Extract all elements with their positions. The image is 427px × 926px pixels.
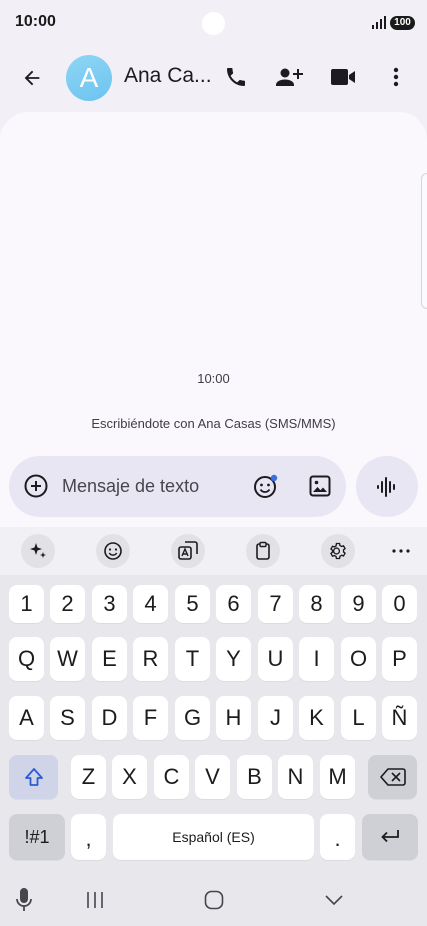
key-u[interactable]: U	[258, 637, 293, 681]
key-z[interactable]: Z	[71, 755, 106, 799]
smiley-icon	[104, 542, 122, 560]
space-key[interactable]: Español (ES)	[113, 814, 314, 860]
key-f[interactable]: F	[133, 696, 168, 740]
gallery-button[interactable]	[306, 472, 334, 500]
more-options-button[interactable]	[382, 61, 410, 93]
voice-message-button[interactable]	[356, 456, 418, 517]
key-l[interactable]: L	[341, 696, 376, 740]
key-s[interactable]: S	[50, 696, 85, 740]
message-timestamp: 10:00	[197, 371, 230, 386]
key-v[interactable]: V	[195, 755, 230, 799]
waveform-icon	[377, 476, 395, 497]
status-time: 10:00	[15, 13, 56, 30]
ai-sparkle-button[interactable]	[21, 534, 55, 568]
key-d[interactable]: D	[92, 696, 127, 740]
key-q[interactable]: Q	[9, 637, 44, 681]
key-i[interactable]: I	[299, 637, 334, 681]
more-horiz-icon	[392, 549, 410, 553]
key-h[interactable]: H	[216, 696, 251, 740]
back-button[interactable]	[16, 62, 48, 94]
clipboard-button[interactable]	[246, 534, 280, 568]
key-r[interactable]: R	[133, 637, 168, 681]
contact-avatar[interactable]: A	[66, 55, 112, 101]
call-button[interactable]	[220, 61, 252, 93]
emoji-icon	[254, 474, 278, 498]
keyboard-emoji-button[interactable]	[96, 534, 130, 568]
key-m[interactable]: M	[320, 755, 355, 799]
contact-name[interactable]: Ana Ca...	[124, 64, 212, 88]
home-icon	[204, 890, 224, 910]
voice-input-button[interactable]	[12, 880, 36, 920]
arrow-back-icon	[24, 70, 40, 86]
key-x[interactable]: X	[112, 755, 147, 799]
scroll-handle[interactable]	[421, 173, 427, 309]
phone-icon	[227, 68, 245, 86]
translate-button[interactable]	[171, 534, 205, 568]
key-c[interactable]: C	[154, 755, 189, 799]
enter-icon	[381, 830, 399, 843]
recents-icon	[87, 892, 103, 908]
period-key[interactable]: .	[320, 814, 355, 860]
image-icon	[309, 475, 331, 497]
sparkle-icon	[30, 543, 46, 558]
add-contact-button[interactable]	[272, 61, 306, 93]
key-2[interactable]: 2	[50, 585, 85, 623]
comma-key[interactable]: ,	[71, 814, 106, 860]
key-e[interactable]: E	[92, 637, 127, 681]
key-w[interactable]: W	[50, 637, 85, 681]
key-enye[interactable]: Ñ	[382, 696, 417, 740]
clipboard-icon	[256, 541, 270, 560]
microphone-icon	[16, 888, 32, 911]
key-b[interactable]: B	[237, 755, 272, 799]
emoji-button[interactable]	[252, 472, 280, 500]
signal-icon	[372, 16, 386, 29]
battery-indicator: 100	[390, 16, 415, 30]
conversation-info: Escribiéndote con Ana Casas (SMS/MMS)	[91, 416, 336, 431]
hide-keyboard-button[interactable]	[319, 880, 349, 920]
key-6[interactable]: 6	[216, 585, 251, 623]
videocam-icon	[331, 69, 355, 85]
attach-button[interactable]	[22, 472, 50, 500]
key-0[interactable]: 0	[382, 585, 417, 623]
toolbar-more-button[interactable]	[384, 534, 418, 568]
key-1[interactable]: 1	[9, 585, 44, 623]
key-o[interactable]: O	[341, 637, 376, 681]
key-3[interactable]: 3	[92, 585, 127, 623]
key-g[interactable]: G	[175, 696, 210, 740]
backspace-key[interactable]	[368, 755, 417, 799]
key-t[interactable]: T	[175, 637, 210, 681]
key-5[interactable]: 5	[175, 585, 210, 623]
symbols-key[interactable]: !#1	[9, 814, 65, 860]
enter-key[interactable]	[362, 814, 418, 860]
key-8[interactable]: 8	[299, 585, 334, 623]
key-j[interactable]: J	[258, 696, 293, 740]
translate-icon	[178, 541, 198, 560]
add-circle-icon	[24, 474, 48, 498]
key-4[interactable]: 4	[133, 585, 168, 623]
key-n[interactable]: N	[278, 755, 313, 799]
chevron-down-icon	[325, 895, 343, 906]
more-vert-icon	[393, 67, 399, 87]
key-k[interactable]: K	[299, 696, 334, 740]
keyboard-settings-button[interactable]	[321, 534, 355, 568]
key-a[interactable]: A	[9, 696, 44, 740]
shift-key[interactable]	[9, 755, 58, 799]
key-7[interactable]: 7	[258, 585, 293, 623]
keyboard-toolbar	[0, 527, 427, 575]
video-call-button[interactable]	[327, 61, 359, 93]
person-add-icon	[276, 68, 303, 86]
key-9[interactable]: 9	[341, 585, 376, 623]
key-y[interactable]: Y	[216, 637, 251, 681]
gear-icon	[330, 542, 346, 560]
key-p[interactable]: P	[382, 637, 417, 681]
recent-apps-button[interactable]	[80, 880, 110, 920]
message-input[interactable]	[62, 476, 242, 497]
shift-icon	[24, 768, 43, 786]
home-button[interactable]	[199, 880, 229, 920]
backspace-icon	[379, 768, 406, 786]
camera-cutout	[202, 12, 225, 35]
